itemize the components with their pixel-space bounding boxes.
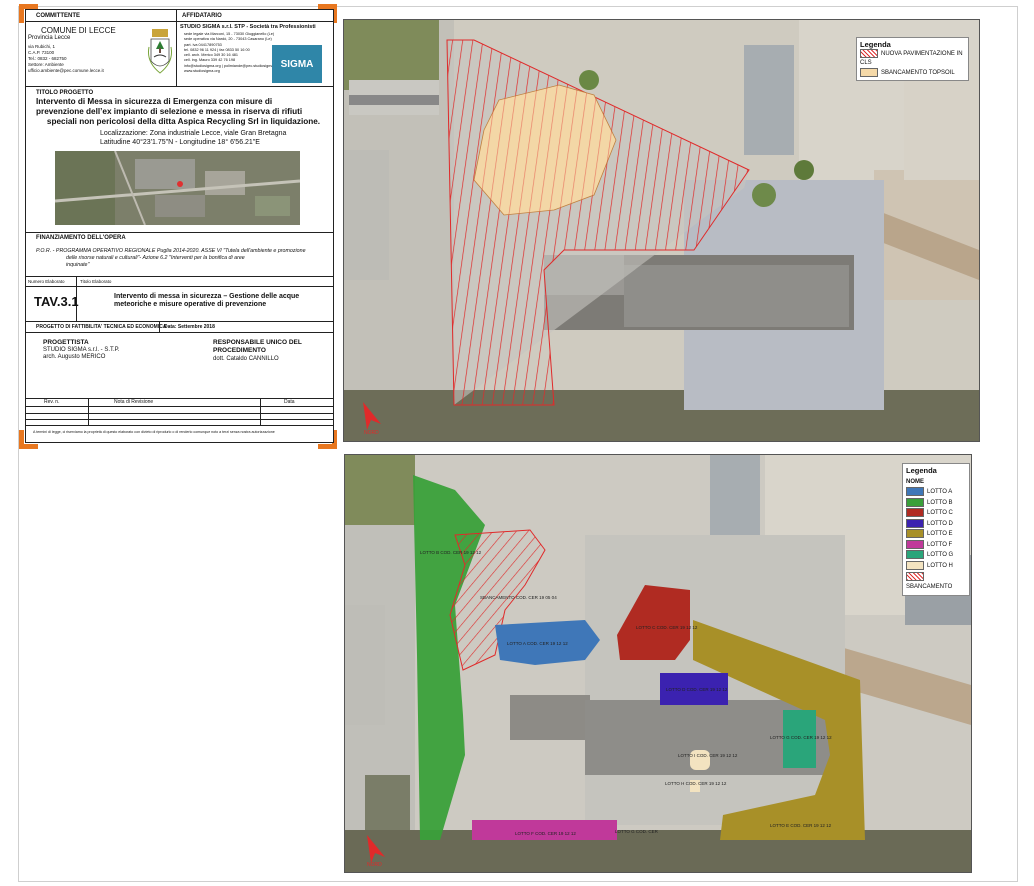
parties-row: COMUNE DI LECCE Provincia Lecce via Rubi… (26, 21, 333, 87)
finanziamento-label: FINANZIAMENTO DELL'OPERA (36, 235, 126, 241)
legend-swatch (906, 508, 924, 518)
numero-elaborato-label: Numero Elaborato (28, 279, 65, 284)
project-title: Intervento di Messa in sicurezza di Emer… (36, 97, 321, 126)
drawing-id-section: Numero Elaborato Titolo Elaborato TAV.3.… (26, 276, 333, 322)
progettista-names: STUDIO SIGMA s.r.l. - S.T.P. arch. Augus… (43, 347, 120, 360)
aerial-photo-top (344, 20, 979, 441)
legend-swatch (906, 539, 924, 549)
drawing-title: Intervento di messa in sicurezza – Gesti… (114, 293, 300, 308)
label-lotto-g-code: LOTTO G COD. CER (615, 829, 658, 834)
rup-name: dott. Cataldo CANNILLO (213, 356, 279, 362)
legend-item-pavimentazione: NUOVA PAVIMENTAZIONE IN CLS (860, 49, 965, 68)
committente-label: COMMITTENTE (36, 13, 80, 19)
legend-swatch (906, 550, 924, 560)
legend-swatch (906, 561, 924, 571)
legend-bottom-map: Legenda NOME LOTTO A LOTTO B LOTTO C LOTTO … (902, 463, 970, 596)
studio-details: sede legale via Marconi, 15 - 73030 Giug… (184, 32, 281, 74)
label-sbancamento: SBANCAMENTO COD. CER 19 05 04 (480, 595, 557, 600)
north-label: NORD (367, 862, 382, 868)
signatures-section: PROGETTISTA STUDIO SIGMA s.r.l. - S.T.P.… (26, 332, 333, 399)
provincia-name: Provincia Lecce (28, 35, 71, 41)
legend-item-lotto-c: LOTTO C (906, 508, 966, 519)
label-lotto-d: LOTTO D COD. CER 19 12 12 (666, 687, 728, 692)
financing-text: P.O.R. - PROGRAMMA OPERATIVO REGIONALE P… (36, 248, 306, 268)
legend-title: Legenda (860, 40, 891, 49)
label-lotto-c: LOTTO C COD. CER 19 12 12 (636, 625, 698, 630)
lecce-coat-of-arms-icon (148, 29, 172, 74)
label-lotto-h: LOTTO H COD. CER 19 12 12 (665, 781, 727, 786)
copyright-note: A termini di legge, ci riserviamo la pro… (33, 430, 275, 434)
legend-item-lotto-b: LOTTO B (906, 497, 966, 509)
tav-number: TAV.3.1 (34, 294, 79, 309)
legend-swatch (906, 518, 924, 528)
legend-item-lotto-f: LOTTO F (906, 539, 966, 551)
rup-label: RESPONSABILE UNICO DEL PROCEDIMENTO (213, 339, 302, 354)
map-waste-lots: LOTTO B COD. CER 19 12 12 SBANCAMENTO CO… (344, 454, 972, 873)
legend-swatch (860, 68, 878, 78)
label-lotto-a: LOTTO A COD. CER 19 12 12 (507, 641, 568, 646)
date-label: Data: Settembre 2018 (164, 324, 215, 330)
label-lotto-b: LOTTO B COD. CER 19 12 12 (420, 550, 482, 555)
legend-item-lotto-g: LOTTO G (906, 550, 966, 561)
titolo-elaborato-label: Titolo Elaborato (80, 279, 112, 284)
legend-swatch (906, 487, 924, 496)
legend-item-lotto-h: LOTTO H (906, 561, 966, 572)
aerial-photo-bottom (345, 455, 971, 872)
affidatario-label: AFFIDATARIO (182, 13, 222, 19)
legend-top-map: Legenda NUOVA PAVIMENTAZIONE IN CLS SBAN… (856, 37, 969, 82)
legend-item-sbancamento: SBANCAMENTO TOPSOIL (860, 68, 965, 78)
legend-title: Legenda (906, 466, 937, 475)
comune-name: COMUNE DI LECCE (41, 26, 116, 35)
legend-item-lotto-d: LOTTO D (906, 518, 966, 530)
legend-items: LOTTO A LOTTO B LOTTO C LOTTO D LOTTO E LOTTO… (906, 487, 966, 593)
revisions-table: Rev. n. Nota di Revisione Data (26, 398, 333, 426)
project-title-section: TITOLO PROGETTO Intervento di Messa in s… (26, 86, 333, 233)
title-block: COMMITTENTE AFFIDATARIO COMUNE DI LECCE … (25, 9, 334, 443)
legend-swatch (906, 497, 924, 507)
phase-label: PROGETTO DI FATTIBILITA' TECNICA ED ECON… (36, 324, 167, 330)
legend-subtitle: NOME (906, 478, 924, 485)
rev-col-date: Data (284, 399, 295, 405)
label-lotto-g: LOTTO G COD. CER 19 12 12 (770, 735, 832, 740)
project-location: Localizzazione: Zona industriale Lecce, … (100, 130, 287, 146)
rev-col-number: Rev. n. (44, 399, 60, 405)
financing-section: FINANZIAMENTO DELL'OPERA P.O.R. - PROGRA… (26, 232, 333, 277)
site-satellite-thumbnail (55, 151, 300, 225)
progettista-label: PROGETTISTA (43, 339, 89, 346)
legend-swatch (906, 529, 924, 539)
legend-item-lotto-e: LOTTO E (906, 529, 966, 540)
sigma-logo: SIGMA (272, 45, 322, 83)
legend-item-lotto-a: LOTTO A (906, 487, 966, 498)
titolo-progetto-label: TITOLO PROGETTO (36, 90, 94, 96)
rev-col-note: Nota di Revisione (114, 399, 154, 405)
map-pavement-plan: Legenda NUOVA PAVIMENTAZIONE IN CLS SBAN… (343, 19, 980, 442)
label-lotto-f: LOTTO F COD. CER 19 12 12 (515, 831, 576, 836)
north-label: NORD (364, 430, 379, 436)
label-lotto-i: LOTTO I COD. CER 19 12 12 (678, 753, 738, 758)
label-lotto-e: LOTTO E COD. CER 19 12 12 (770, 823, 832, 828)
legend-swatch (906, 571, 924, 581)
legend-swatch (860, 49, 878, 58)
studio-name: STUDIO SIGMA s.r.l. STP - Società tra Pr… (180, 24, 316, 30)
legend-item-sbancamento: SBANCAMENTO (906, 571, 966, 593)
committente-details: via Rubichi, 1 C.A.P. 73100 Tel.: 0832 -… (28, 44, 104, 73)
